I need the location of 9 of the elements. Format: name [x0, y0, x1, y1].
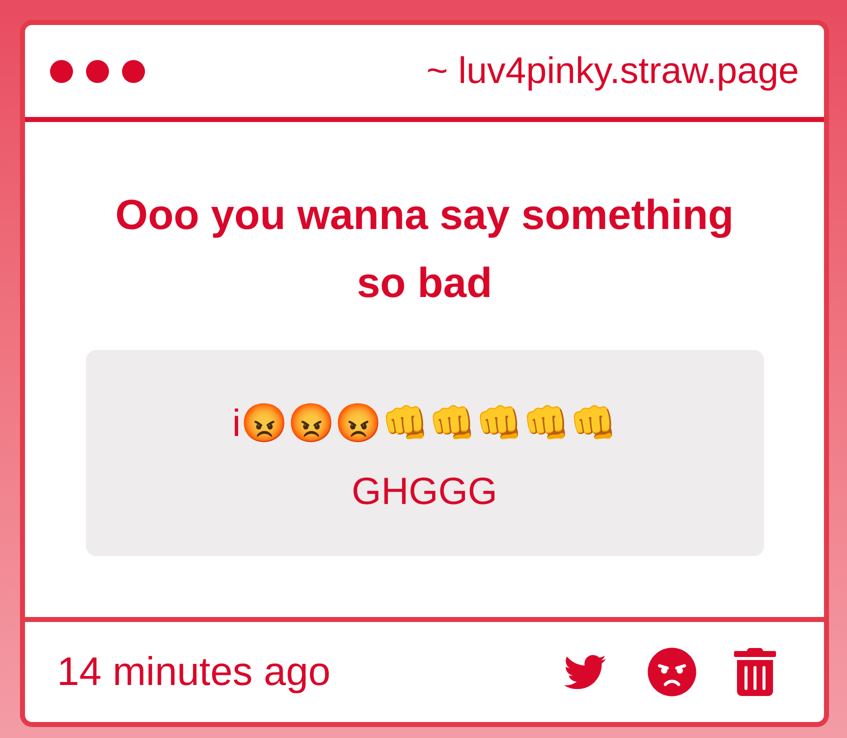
post-title: Ooo you wanna say something so bad	[114, 190, 735, 308]
message-text: i😡😡😡👊👊👊👊👊 GHGGG	[231, 402, 618, 515]
post-time: 14 minutes ago	[57, 649, 331, 696]
trash-icon[interactable]	[734, 648, 776, 696]
dot-icon	[122, 60, 145, 82]
page-address: ~ luv4pinky.straw.page	[426, 49, 799, 93]
dot-icon	[50, 60, 73, 82]
angry-face-icon[interactable]	[647, 647, 697, 697]
dot-icon	[86, 60, 109, 82]
